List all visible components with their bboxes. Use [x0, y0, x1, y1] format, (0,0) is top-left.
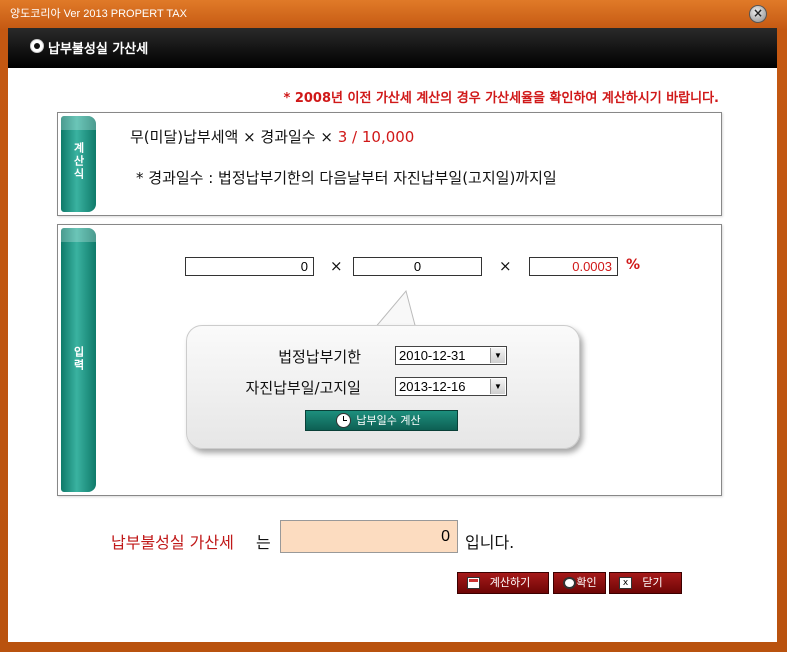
formula-text: 무(미달)납부세액 × 경과일수 × 3 / 10,000: [130, 126, 414, 147]
main-content: * 2008년 이전 가산세 계산의 경우 가산세율을 확인하여 계산하시기 바…: [8, 68, 777, 642]
confirm-button-label: 확인: [576, 576, 597, 589]
result-label-suffix: 는: [256, 533, 271, 552]
due-date-select[interactable]: 2010-12-31 ▼: [395, 346, 507, 365]
close-button-label: 닫기: [642, 576, 663, 589]
app-window: 양도코리아 Ver 2013 PROPERT TAX × 납부불성실 가산세 *…: [0, 0, 787, 652]
radio-dot-icon: [30, 39, 44, 53]
calc-days-button[interactable]: 납부일수 계산: [305, 410, 458, 431]
window-close-button[interactable]: ×: [749, 5, 767, 23]
payment-date-select[interactable]: 2013-12-16 ▼: [395, 377, 507, 396]
formula-side-label: 계산식: [72, 142, 85, 181]
rate-input[interactable]: 0.0003: [529, 257, 618, 276]
result-unit: 입니다.: [465, 533, 515, 552]
title-bar[interactable]: 양도코리아 Ver 2013 PROPERT TAX ×: [0, 0, 787, 24]
window-title: 양도코리아 Ver 2013 PROPERT TAX: [10, 8, 187, 20]
result-row: 납부불성실 가산세 는 0 입니다.: [8, 520, 777, 554]
chevron-down-icon[interactable]: ▼: [490, 348, 505, 363]
chevron-down-icon[interactable]: ▼: [490, 379, 505, 394]
formula-side-tab: 계산식: [61, 116, 96, 212]
clock-icon: [336, 413, 351, 428]
tax-amount-input[interactable]: 0: [185, 257, 314, 276]
days-input[interactable]: 0: [353, 257, 482, 276]
input-panel: 입력 0 × 0 × 0.0003 % 법정납부기한 2010-12-31 ▼ …: [57, 224, 722, 496]
payment-date-label: 자진납부일/고지일: [245, 379, 361, 397]
formula-prefix: 무(미달)납부세액 × 경과일수 ×: [130, 128, 333, 146]
calculate-button[interactable]: 계산하기: [457, 572, 549, 594]
formula-rate: 3 / 10,000: [337, 128, 415, 146]
page-title: 납부불성실 가산세: [48, 42, 149, 57]
payment-date-value: 2013-12-16: [399, 379, 466, 394]
input-side-label: 입력: [72, 346, 85, 372]
date-bubble: 법정납부기한 2010-12-31 ▼ 자진납부일/고지일 2013-12-16…: [186, 325, 580, 449]
page-header: 납부불성실 가산세: [8, 28, 777, 68]
due-date-label: 법정납부기한: [278, 348, 361, 366]
calculate-button-label: 계산하기: [489, 576, 531, 589]
close-button[interactable]: x 닫기: [609, 572, 682, 594]
confirm-button[interactable]: 확인: [553, 572, 606, 594]
formula-note: * 경과일수 : 법정납부기한의 다음날부터 자진납부일(고지일)까지일: [136, 169, 557, 187]
input-side-tab: 입력: [61, 228, 96, 492]
percent-sign: %: [626, 257, 641, 273]
bubble-tail: [373, 289, 417, 329]
due-date-value: 2010-12-31: [399, 348, 466, 363]
multiply-sign-2: ×: [499, 257, 512, 275]
formula-panel: 계산식 무(미달)납부세액 × 경과일수 × 3 / 10,000 * 경과일수…: [57, 112, 722, 216]
multiply-sign-1: ×: [330, 257, 343, 275]
calc-days-label: 납부일수 계산: [356, 414, 421, 427]
notice-text: * 2008년 이전 가산세 계산의 경우 가산세율을 확인하여 계산하시기 바…: [283, 91, 720, 106]
result-label: 납부불성실 가산세: [111, 533, 234, 552]
result-value: 0: [280, 520, 458, 553]
